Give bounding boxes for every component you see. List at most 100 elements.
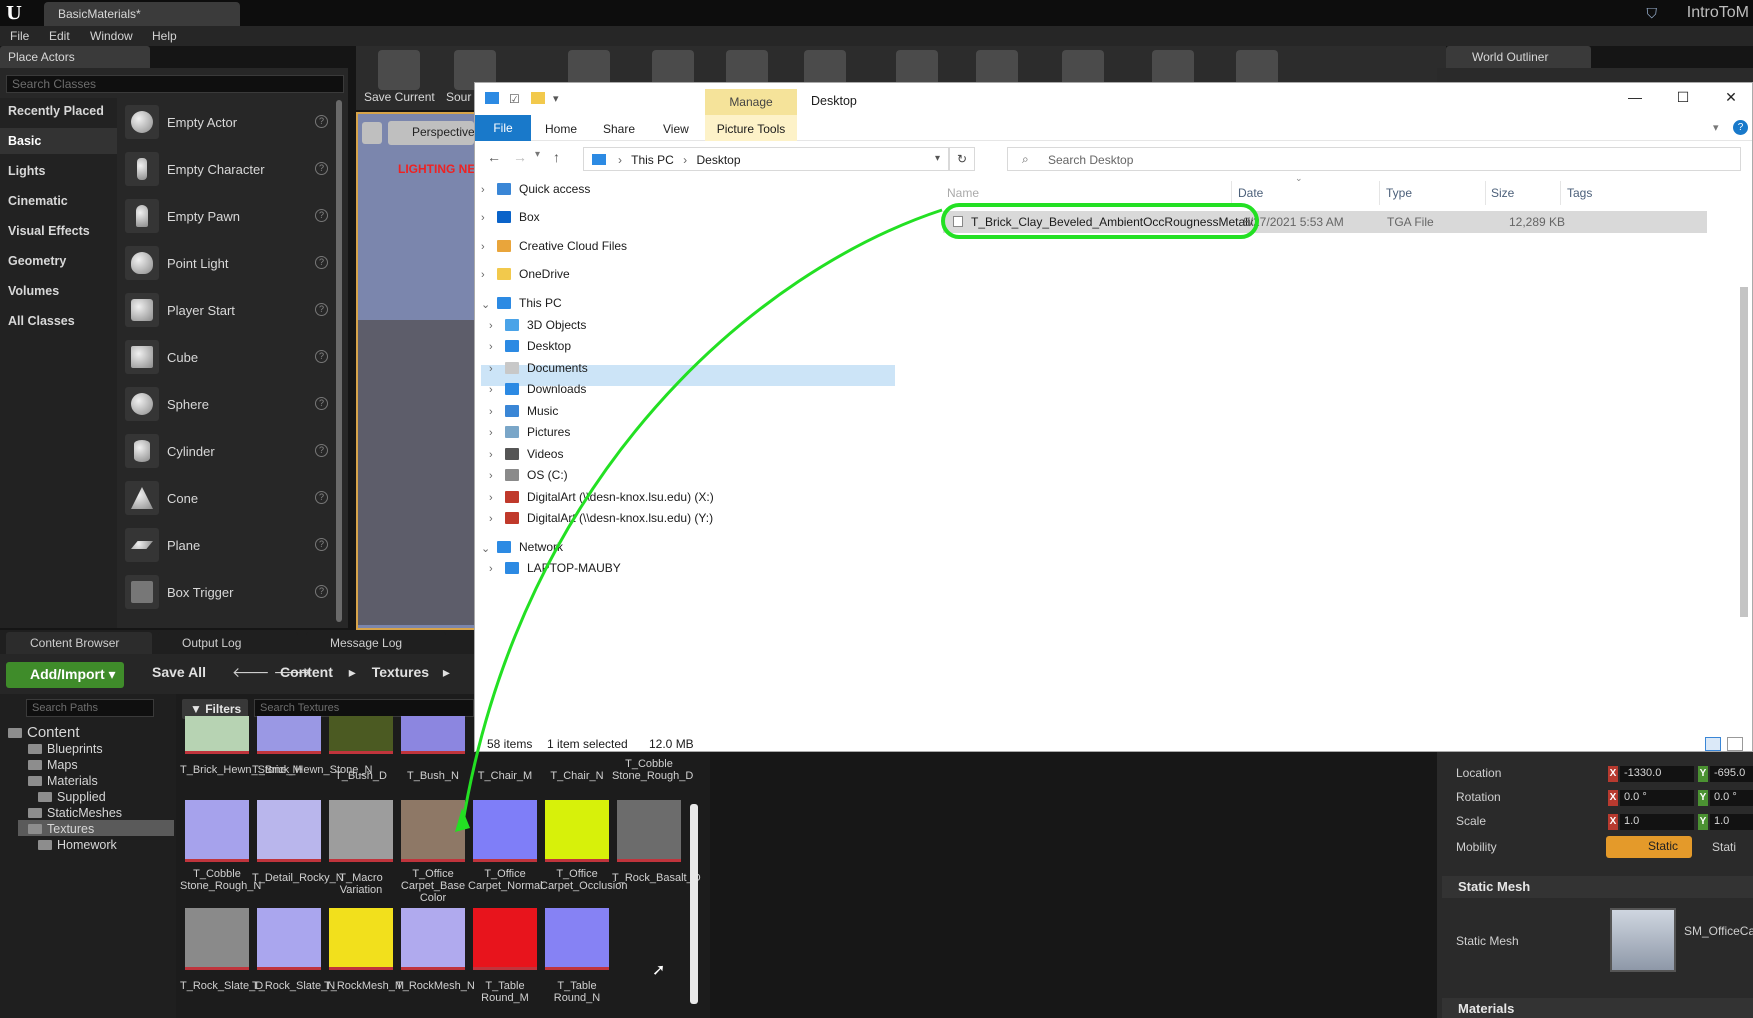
- chevron-right-icon[interactable]: ›: [489, 384, 493, 396]
- nav-pictures[interactable]: Pictures: [505, 425, 570, 439]
- address-desktop[interactable]: Desktop: [697, 153, 741, 167]
- chevron-down-icon[interactable]: ▾: [935, 153, 940, 164]
- nav-3d-objects[interactable]: 3D Objects: [505, 318, 586, 332]
- nav-creative-cloud[interactable]: Creative Cloud Files: [497, 239, 627, 253]
- actor-empty-pawn[interactable]: Empty Pawn?: [117, 193, 337, 240]
- help-icon[interactable]: ?: [315, 585, 328, 598]
- viewport-options-button[interactable]: [362, 122, 382, 144]
- chevron-right-icon[interactable]: ›: [489, 492, 493, 504]
- chevron-right-icon[interactable]: ›: [489, 320, 493, 332]
- search-paths-input[interactable]: Search Paths: [26, 699, 154, 717]
- chevron-down-icon[interactable]: ▾: [553, 92, 559, 105]
- recent-locations-icon[interactable]: ▾: [535, 149, 540, 160]
- tab-picture-tools[interactable]: Picture Tools: [705, 115, 797, 141]
- column-divider[interactable]: [1379, 181, 1380, 205]
- texture-thumbnail[interactable]: [401, 800, 465, 862]
- help-icon[interactable]: ?: [315, 444, 328, 457]
- column-name[interactable]: Name: [947, 186, 979, 200]
- help-icon[interactable]: ?: [315, 350, 328, 363]
- actor-sphere[interactable]: Sphere?: [117, 381, 337, 428]
- nav-onedrive[interactable]: OneDrive: [497, 267, 570, 281]
- address-this-pc[interactable]: This PC: [631, 153, 674, 167]
- help-icon[interactable]: ?: [315, 162, 328, 175]
- tree-item-homework[interactable]: Homework: [38, 838, 117, 852]
- tab-view[interactable]: View: [663, 122, 689, 136]
- actor-empty-character[interactable]: Empty Character?: [117, 146, 337, 193]
- column-divider[interactable]: [1485, 181, 1486, 205]
- forward-arrow-icon[interactable]: →: [513, 149, 527, 165]
- tab-world-outliner[interactable]: World Outliner: [1446, 46, 1591, 68]
- tab-share[interactable]: Share: [603, 122, 635, 136]
- chevron-down-icon[interactable]: ▾: [1713, 121, 1719, 134]
- nav-network[interactable]: Network: [497, 540, 563, 554]
- nav-desktop[interactable]: Desktop: [505, 339, 571, 353]
- scale-label[interactable]: Scale: [1456, 814, 1486, 828]
- nav-this-pc[interactable]: This PC: [497, 296, 562, 310]
- category-all-classes[interactable]: All Classes: [0, 308, 117, 334]
- chevron-right-icon[interactable]: ›: [489, 363, 493, 375]
- category-volumes[interactable]: Volumes: [0, 278, 117, 304]
- location-label[interactable]: Location: [1456, 766, 1501, 780]
- new-folder-icon[interactable]: [531, 92, 545, 104]
- static-mesh-value[interactable]: SM_OfficeCa: [1684, 924, 1753, 938]
- actor-empty-actor[interactable]: Empty Actor?: [117, 99, 337, 146]
- texture-thumbnail[interactable]: [257, 908, 321, 970]
- column-type[interactable]: Type: [1386, 186, 1412, 200]
- actor-point-light[interactable]: Point Light?: [117, 240, 337, 287]
- section-materials[interactable]: Materials: [1442, 998, 1753, 1018]
- texture-thumbnail[interactable]: [257, 800, 321, 862]
- save-all-button[interactable]: Save All: [134, 664, 206, 680]
- nav-music[interactable]: Music: [505, 404, 558, 418]
- texture-thumbnail[interactable]: [401, 716, 465, 754]
- help-icon[interactable]: ?: [315, 209, 328, 222]
- scrollbar-thumb[interactable]: [1740, 287, 1748, 617]
- category-recently-placed[interactable]: Recently Placed: [0, 98, 117, 124]
- section-static-mesh[interactable]: Static Mesh: [1442, 876, 1753, 898]
- help-icon[interactable]: ?: [315, 491, 328, 504]
- search-textures-input[interactable]: Search Textures: [254, 699, 474, 717]
- texture-thumbnail[interactable]: [545, 800, 609, 862]
- actor-box-trigger[interactable]: Box Trigger?: [117, 569, 337, 616]
- tree-item-textures[interactable]: Textures: [28, 822, 94, 836]
- help-icon[interactable]: ?: [315, 538, 328, 551]
- minimize-icon[interactable]: —: [1625, 89, 1645, 105]
- category-visual-effects[interactable]: Visual Effects: [0, 218, 117, 244]
- chevron-right-icon[interactable]: ›: [481, 269, 485, 281]
- scale-y-field[interactable]: 1.0: [1710, 814, 1753, 830]
- chevron-down-icon[interactable]: ⌄: [481, 298, 490, 311]
- help-icon[interactable]: ?: [315, 256, 328, 269]
- tab-output-log[interactable]: Output Log: [158, 632, 298, 654]
- nav-laptop[interactable]: LAPTOP-MAUBY: [505, 561, 621, 575]
- tree-item-staticmeshes[interactable]: StaticMeshes: [28, 806, 122, 820]
- place-actors-scrollbar[interactable]: [336, 100, 342, 622]
- rotation-label[interactable]: Rotation: [1456, 790, 1501, 804]
- menu-file[interactable]: File: [10, 29, 29, 43]
- tree-item-content[interactable]: Content: [8, 724, 80, 741]
- texture-thumbnail[interactable]: [329, 716, 393, 754]
- nav-box[interactable]: Box: [497, 210, 540, 224]
- tab-message-log[interactable]: Message Log: [306, 632, 446, 654]
- back-arrow-icon[interactable]: ←: [487, 149, 501, 165]
- tab-home[interactable]: Home: [545, 122, 577, 136]
- texture-thumbnail[interactable]: [617, 800, 681, 862]
- help-icon[interactable]: ?: [315, 397, 328, 410]
- texture-thumbnail[interactable]: [185, 716, 249, 754]
- chevron-right-icon[interactable]: ›: [489, 406, 493, 418]
- actor-cone[interactable]: Cone?: [117, 475, 337, 522]
- nav-os-drive[interactable]: OS (C:): [505, 468, 568, 482]
- category-geometry[interactable]: Geometry: [0, 248, 117, 274]
- tab-content-browser[interactable]: Content Browser: [6, 632, 152, 654]
- texture-thumbnail[interactable]: [329, 908, 393, 970]
- texture-thumbnail[interactable]: [329, 800, 393, 862]
- location-x-field[interactable]: -1330.0: [1620, 766, 1694, 782]
- column-divider[interactable]: [1560, 181, 1561, 205]
- rotation-x-field[interactable]: 0.0 °: [1620, 790, 1694, 806]
- up-arrow-icon[interactable]: ↑: [553, 149, 560, 165]
- category-basic[interactable]: Basic: [0, 128, 117, 154]
- tree-item-supplied[interactable]: Supplied: [38, 790, 106, 804]
- search-classes-input[interactable]: Search Classes: [6, 75, 344, 93]
- chevron-right-icon[interactable]: ›: [489, 341, 493, 353]
- breadcrumb-content[interactable]: Content: [280, 664, 333, 680]
- chevron-right-icon[interactable]: ›: [489, 470, 493, 482]
- texture-thumbnail[interactable]: [473, 908, 537, 970]
